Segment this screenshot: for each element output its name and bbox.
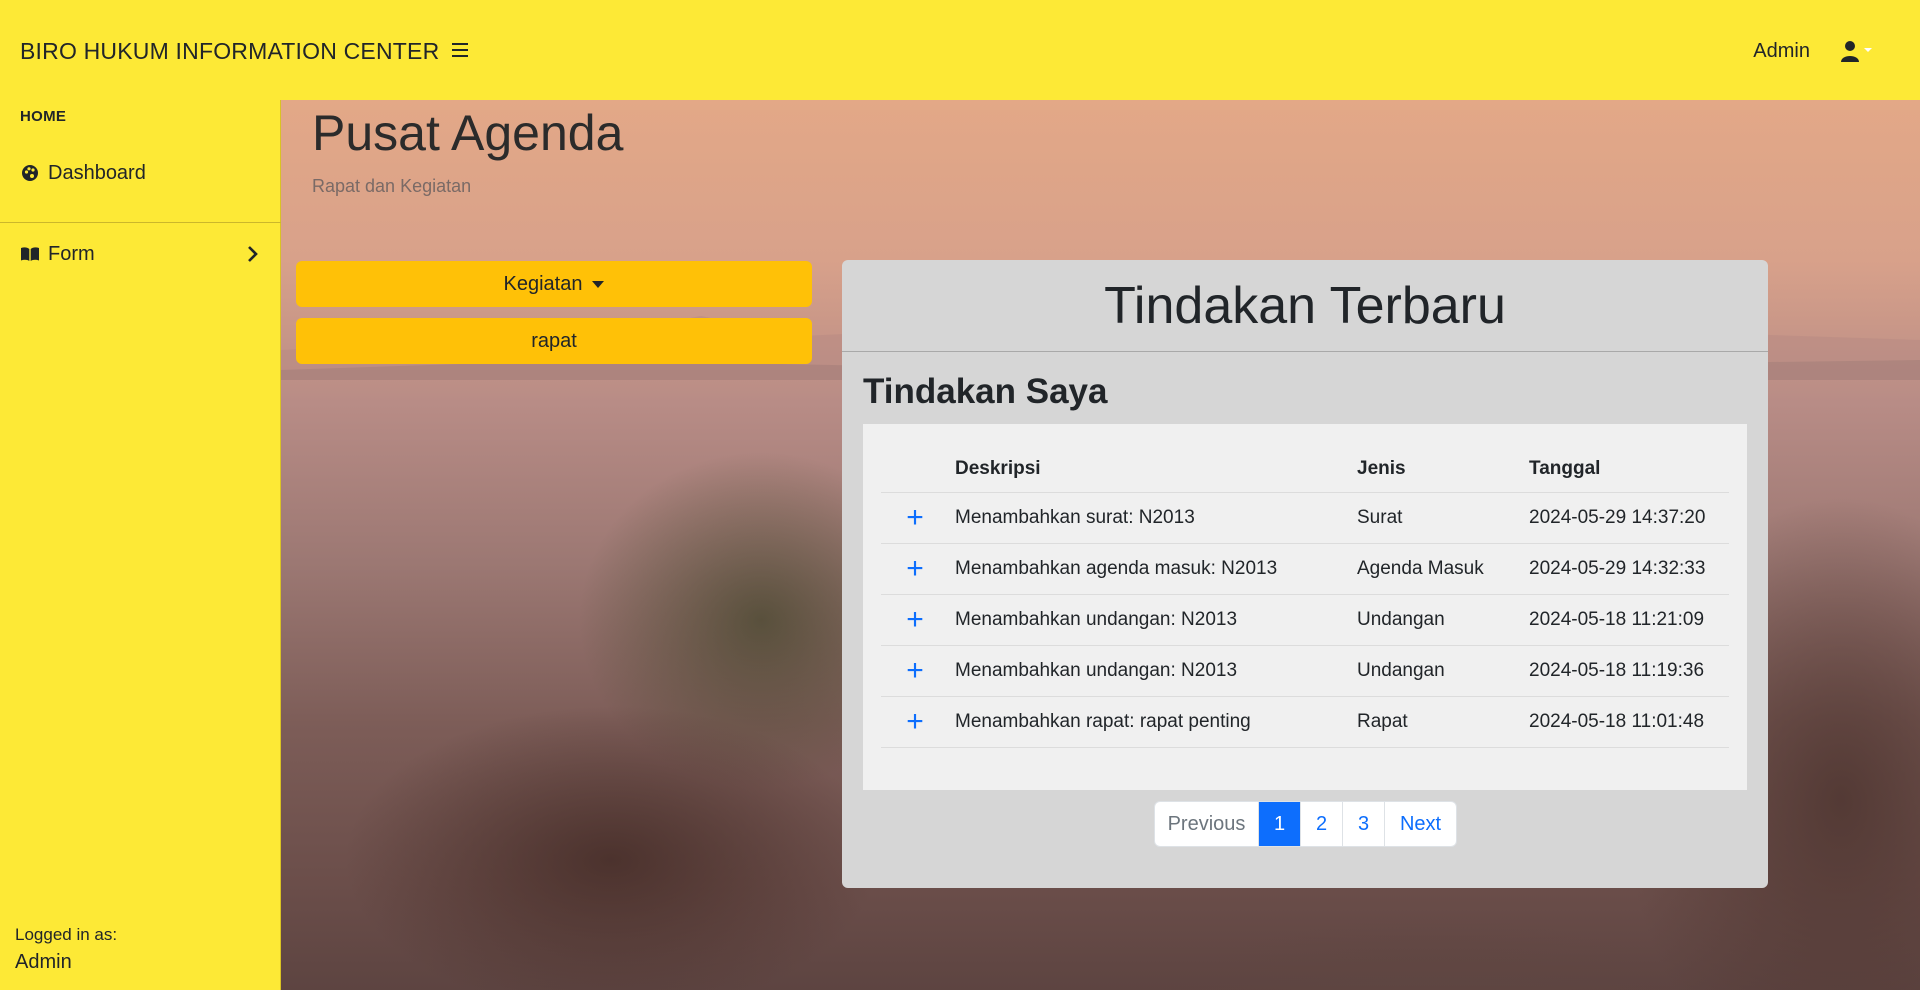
sidebar-divider <box>0 222 281 223</box>
book-icon <box>20 244 40 264</box>
cell-jenis: Undangan <box>1351 594 1523 646</box>
expand-plus-icon[interactable]: + <box>881 594 949 646</box>
pagination-next[interactable]: Next <box>1385 802 1456 846</box>
cell-jenis: Undangan <box>1351 645 1523 697</box>
user-dropdown-icon[interactable] <box>1840 38 1880 64</box>
table-header-row: Deskripsi Jenis Tanggal <box>881 446 1729 493</box>
sidebar-heading: HOME <box>20 108 67 125</box>
recent-actions-card: Tindakan Terbaru Tindakan Saya Deskripsi… <box>842 260 1768 888</box>
cell-deskripsi: Menambahkan surat: N2013 <box>949 492 1351 544</box>
navbar-username: Admin <box>1753 40 1810 62</box>
logged-in-user: Admin <box>15 951 72 973</box>
page-title: Pusat Agenda <box>312 105 624 161</box>
expand-plus-icon[interactable]: + <box>881 696 949 748</box>
main-content: Pusat Agenda Rapat dan Kegiatan Kegiatan… <box>281 100 1920 990</box>
card-title: Tindakan Terbaru <box>842 260 1768 352</box>
cell-deskripsi: Menambahkan undangan: N2013 <box>949 594 1351 646</box>
card-subtitle: Tindakan Saya <box>863 372 1108 411</box>
table-row: + Menambahkan undangan: N2013 Undangan 2… <box>881 645 1729 697</box>
kegiatan-dropdown-button[interactable]: Kegiatan <box>296 261 812 307</box>
column-header-expand <box>881 446 949 493</box>
brand-title[interactable]: BIRO HUKUM INFORMATION CENTER <box>20 38 439 65</box>
cell-deskripsi: Menambahkan undangan: N2013 <box>949 645 1351 697</box>
sidebar-item-dashboard[interactable]: Dashboard <box>0 151 280 195</box>
pagination-page-1[interactable]: 1 <box>1259 802 1301 846</box>
table-row: + Menambahkan agenda masuk: N2013 Agenda… <box>881 543 1729 595</box>
sidebar-item-label: Form <box>48 242 95 265</box>
table-row: + Menambahkan surat: N2013 Surat 2024-05… <box>881 492 1729 544</box>
cell-deskripsi: Menambahkan agenda masuk: N2013 <box>949 543 1351 595</box>
expand-plus-icon[interactable]: + <box>881 645 949 697</box>
logged-in-label: Logged in as: <box>15 925 118 944</box>
column-header-jenis: Jenis <box>1351 446 1523 493</box>
rapat-button-label: rapat <box>531 329 577 352</box>
sidebar: HOME Dashboard Form Logged in as: Admin <box>0 100 281 990</box>
cell-tanggal: 2024-05-29 14:37:20 <box>1523 492 1729 544</box>
cell-jenis: Agenda Masuk <box>1351 543 1523 595</box>
caret-down-icon <box>592 280 605 288</box>
sidebar-item-form[interactable]: Form <box>0 232 280 276</box>
rapat-button[interactable]: rapat <box>296 318 812 364</box>
actions-table-container: Deskripsi Jenis Tanggal + Menambahkan su… <box>863 424 1747 790</box>
expand-plus-icon[interactable]: + <box>881 492 949 544</box>
kegiatan-button-label: Kegiatan <box>503 272 583 295</box>
cell-tanggal: 2024-05-29 14:32:33 <box>1523 543 1729 595</box>
column-header-tanggal: Tanggal <box>1523 446 1729 493</box>
sidebar-footer: Logged in as: Admin <box>15 925 117 974</box>
table-row: + Menambahkan undangan: N2013 Undangan 2… <box>881 594 1729 646</box>
cell-tanggal: 2024-05-18 11:21:09 <box>1523 594 1729 646</box>
cell-jenis: Surat <box>1351 492 1523 544</box>
palette-icon <box>20 163 40 183</box>
cell-tanggal: 2024-05-18 11:01:48 <box>1523 696 1729 748</box>
pagination-page-2[interactable]: 2 <box>1301 802 1343 846</box>
cell-jenis: Rapat <box>1351 696 1523 748</box>
pagination-previous[interactable]: Previous <box>1155 802 1259 846</box>
table-row: + Menambahkan rapat: rapat penting Rapat… <box>881 696 1729 748</box>
pagination: Previous 1 2 3 Next <box>1154 801 1457 847</box>
menu-toggle-icon[interactable] <box>452 43 468 57</box>
top-navbar: BIRO HUKUM INFORMATION CENTER Admin <box>0 0 1920 100</box>
cell-tanggal: 2024-05-18 11:19:36 <box>1523 645 1729 697</box>
cell-deskripsi: Menambahkan rapat: rapat penting <box>949 696 1351 748</box>
chevron-right-icon <box>248 246 258 262</box>
column-header-deskripsi: Deskripsi <box>949 446 1351 493</box>
sidebar-item-label: Dashboard <box>48 161 146 184</box>
pagination-page-3[interactable]: 3 <box>1343 802 1385 846</box>
expand-plus-icon[interactable]: + <box>881 543 949 595</box>
page-subtitle: Rapat dan Kegiatan <box>312 176 472 196</box>
actions-table: Deskripsi Jenis Tanggal + Menambahkan su… <box>881 446 1729 748</box>
